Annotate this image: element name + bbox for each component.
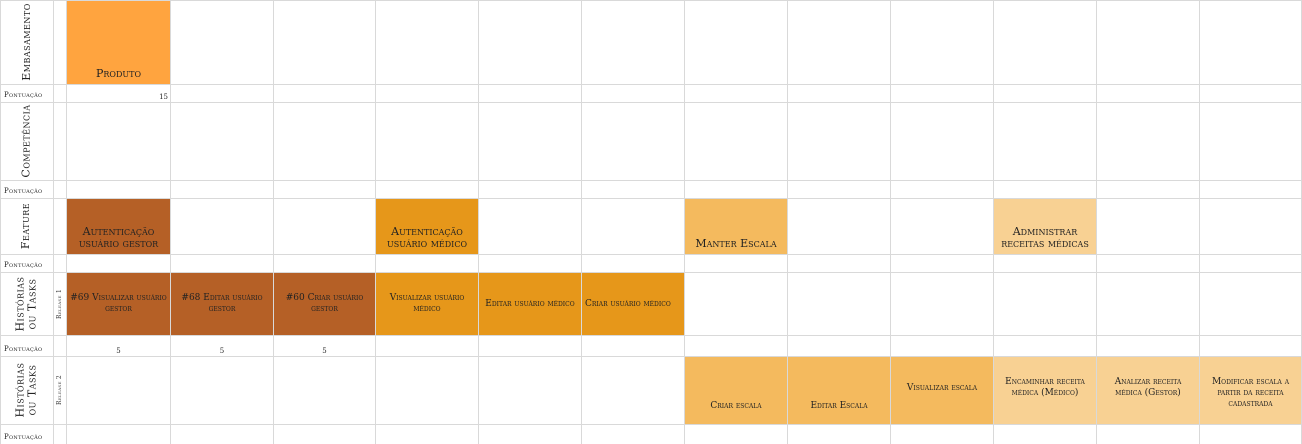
score-label: Pontuação bbox=[4, 261, 43, 269]
grid-line bbox=[0, 84, 1302, 85]
grid-line bbox=[0, 198, 1302, 199]
score-value: 5 bbox=[116, 347, 121, 355]
grid-line bbox=[0, 0, 1302, 1]
score-value: 15 bbox=[159, 93, 168, 101]
story-card-criar-gestor[interactable]: #60 Criar usuário gestor bbox=[274, 273, 375, 335]
row-label-historias-2: Histórias ou Tasks bbox=[0, 356, 53, 424]
grid-line bbox=[170, 0, 171, 444]
grid-line bbox=[478, 0, 479, 444]
story-map-sheet: Embasamento Competência Feature História… bbox=[0, 0, 1302, 444]
release-label-text: Release 1 bbox=[55, 288, 63, 319]
story-card-editar-gestor[interactable]: #68 Editar usuário gestor bbox=[171, 273, 273, 335]
score-value: 5 bbox=[322, 347, 327, 355]
story-card-modificar-escala[interactable]: Modificar escala a partir da receita cad… bbox=[1200, 357, 1301, 424]
release-2-label: Release 2 bbox=[53, 356, 66, 424]
feature-card-receitas[interactable]: Administrar receitas médicas bbox=[994, 199, 1096, 254]
story-card-visualizar-gestor[interactable]: #69 Visualizar usuário gestor bbox=[67, 273, 170, 335]
row-label-text: Feature bbox=[19, 202, 33, 250]
row-label-text: Competência bbox=[19, 104, 33, 178]
row-label-text: Histórias ou Tasks bbox=[13, 275, 39, 332]
feature-card-auth-medico[interactable]: Autenticação usuário médico bbox=[376, 199, 478, 254]
release-label-text: Release 2 bbox=[55, 375, 63, 405]
story-card-visualizar-escala[interactable]: Visualizar escala bbox=[891, 357, 993, 424]
story-card-analizar-receita[interactable]: Analizar receita médica (Gestor) bbox=[1097, 357, 1199, 424]
feature-card-manter-escala[interactable]: Manter Escala bbox=[685, 199, 787, 254]
story-card-criar-medico[interactable]: Criar usuário médico bbox=[582, 273, 684, 335]
score-label: Pontuação bbox=[4, 187, 43, 195]
produto-card[interactable]: Produto bbox=[67, 1, 170, 84]
row-label-feature: Feature bbox=[0, 198, 53, 254]
score-label: Pontuação bbox=[4, 91, 43, 99]
grid-line bbox=[0, 335, 1302, 336]
row-label-historias-1: Histórias ou Tasks bbox=[0, 272, 53, 335]
score-label: Pontuação bbox=[4, 345, 43, 353]
score-label: Pontuação bbox=[4, 433, 43, 441]
grid-line bbox=[0, 254, 1302, 255]
story-card-criar-escala[interactable]: Criar escala bbox=[685, 357, 787, 424]
story-card-editar-escala[interactable]: Editar Escala bbox=[788, 357, 890, 424]
row-label-competencia: Competência bbox=[0, 102, 53, 180]
row-label-embasamento: Embasamento bbox=[0, 0, 53, 84]
story-card-encaminhar-receita[interactable]: Encaminhar receita médica (Médico) bbox=[994, 357, 1096, 424]
score-value: 5 bbox=[219, 347, 225, 355]
row-label-text: Embasamento bbox=[19, 3, 33, 81]
story-card-visualizar-medico[interactable]: Visualizar usuário médico bbox=[376, 273, 478, 335]
release-1-label: Release 1 bbox=[53, 272, 66, 335]
feature-card-auth-gestor[interactable]: Autenticação usuário gestor bbox=[67, 199, 170, 254]
grid-line bbox=[0, 180, 1302, 181]
grid-line bbox=[0, 424, 1302, 425]
grid-line bbox=[581, 0, 582, 444]
row-label-text: Histórias ou Tasks bbox=[13, 362, 39, 418]
story-card-editar-medico[interactable]: Editar usuário médico bbox=[479, 273, 581, 335]
grid-line bbox=[273, 0, 274, 444]
grid-line bbox=[0, 102, 1302, 103]
